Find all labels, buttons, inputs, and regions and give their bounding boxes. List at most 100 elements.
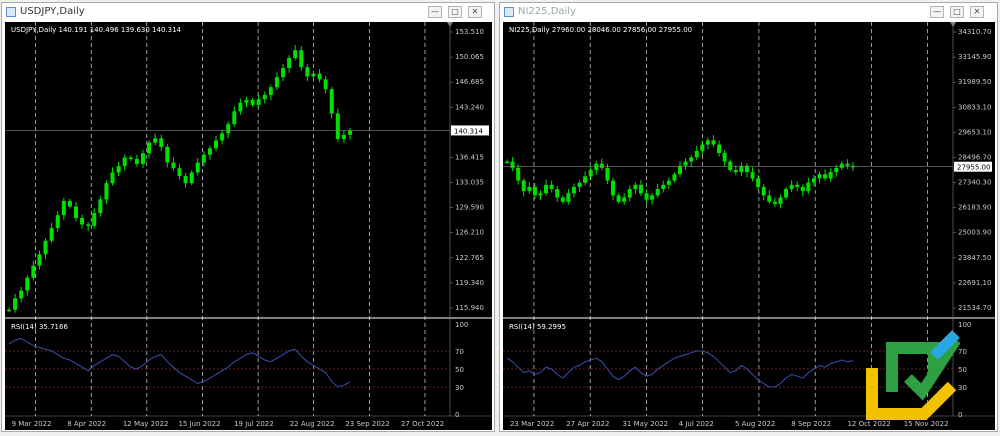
candle-body [700,144,705,151]
price-tick-label: 23847.50 [958,254,991,262]
usdjpy-chart-area[interactable]: USDJPY,Daily 140.191 140.496 139.630 140… [5,22,492,430]
minimize-icon[interactable]: — [428,6,442,18]
candle-body [845,163,850,166]
candle-body [335,113,340,140]
candle-body [588,170,593,177]
close-icon[interactable]: ✕ [970,6,984,18]
price-tick-label: 143.240 [455,103,484,111]
candle-body [689,157,694,162]
candle-body [171,162,176,169]
candle-body [644,193,649,200]
candle-body [7,309,11,312]
candle-body [806,182,811,192]
candle-body [195,162,200,173]
rsi-tick-label: 0 [455,411,459,419]
candle-body [767,195,772,202]
candle-body [86,224,91,226]
candle-body [633,184,638,190]
candle-body [717,144,722,154]
price-tick-label: 33145.90 [958,53,991,61]
price-tick-label: 30833.10 [958,103,991,111]
price-tick-label: 136.415 [455,153,484,161]
price-tick-label: 34310.70 [958,28,991,36]
candle-body [505,161,509,164]
candle-body [605,167,610,181]
date-tick-label: 12 May 2022 [123,420,169,428]
candle-body [153,138,158,143]
candle-body [583,176,588,183]
restore-icon[interactable]: □ [950,6,964,18]
candle-body [232,111,237,125]
close-icon[interactable]: ✕ [468,6,482,18]
candle-body [817,174,822,179]
ni225-titlebar[interactable]: NI225,Daily — □ ✕ [500,3,997,22]
candle-body [329,89,334,114]
candle-body [772,201,777,204]
candle-body [678,165,682,175]
candle-body [268,87,273,95]
price-tick-label: 27340.30 [958,179,991,187]
candle-body [256,99,261,105]
price-tick-label: 133.035 [455,179,484,187]
rsi-series-line [8,337,351,388]
candle-body [638,184,643,194]
candle-body [220,133,225,141]
price-tick-label: 115.940 [455,304,484,312]
candle-body [756,178,761,187]
minimize-icon[interactable]: — [930,6,944,18]
candle-body [834,167,839,173]
candle-body [705,140,710,145]
date-tick-label: 22 Aug 2022 [290,420,335,428]
candle-body [80,218,85,225]
price-tick-label: 22691.10 [958,279,991,287]
date-tick-label: 31 May 2022 [622,420,668,428]
usdjpy-chart-svg[interactable]: USDJPY,Daily 140.191 140.496 139.630 140… [5,22,492,430]
candle-body [49,227,54,241]
rsi-tick-label: 30 [455,384,464,392]
candle-body [122,157,127,167]
candle-body [728,161,733,170]
candle-body [281,67,286,78]
candle-body [31,265,36,278]
candle-body [274,77,279,88]
candle-body [293,50,298,58]
usdjpy-chart-window[interactable]: USDJPY,Daily — □ ✕ USDJPY,Daily 140.191 … [1,2,495,432]
price-tick-label: 146.685 [455,78,484,86]
candle-body [661,184,666,190]
price-tick-label: 21534.70 [958,304,991,312]
price-tick-label: 150.065 [455,53,484,61]
candle-body [177,168,182,177]
chart-window-icon [504,7,514,17]
candle-body [305,67,310,77]
candle-body [672,174,677,181]
candle-body [37,254,42,266]
candle-body [811,178,816,183]
candle-body [800,186,805,192]
date-tick-label: 15 Jun 2022 [178,420,220,428]
date-tick-label: 19 Jul 2022 [234,420,274,428]
price-tick-label: 126.210 [455,229,484,237]
rsi-tick-label: 70 [455,348,464,356]
candle-body [189,172,194,184]
candle-body [650,195,655,200]
usdjpy-window-title: USDJPY,Daily [20,6,85,17]
candle-body [214,140,219,149]
candle-body [250,99,255,105]
candle-body [287,58,292,68]
restore-icon[interactable]: □ [448,6,462,18]
scroll-marker [950,22,956,27]
candle-body [599,163,604,168]
litefinance-logo-icon [866,330,960,420]
candle-body [55,215,60,228]
date-tick-label: 23 Mar 2022 [510,420,554,428]
candle-body [839,163,844,168]
candle-body [566,193,571,202]
chart-window-icon [6,7,16,17]
usdjpy-titlebar[interactable]: USDJPY,Daily — □ ✕ [2,3,494,22]
usdjpy-rsi-label: RSI(14) 35.7166 [11,323,68,331]
candle-body [823,174,828,179]
candle-body [110,172,115,184]
candle-body [183,176,188,184]
candle-body [92,213,97,226]
candle-body [104,183,109,200]
